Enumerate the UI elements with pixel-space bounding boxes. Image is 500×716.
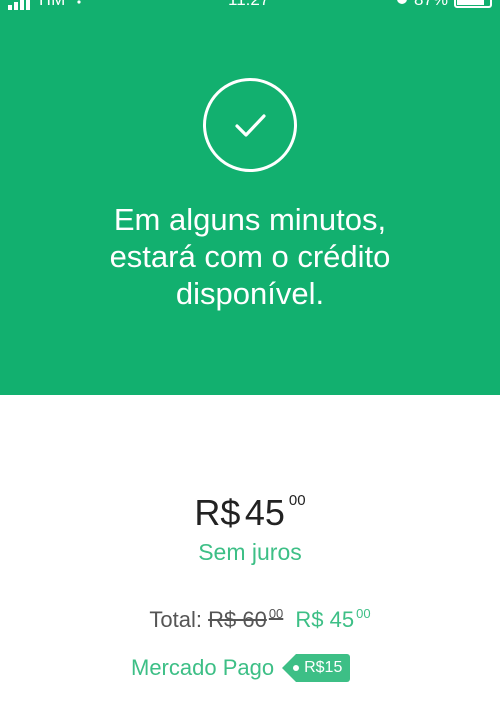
success-header: TIM 11:27 87% Em alguns minutos, estará … [0,0,500,395]
interest-free-label: Sem juros [198,539,302,565]
signal-icon [8,0,30,10]
amount-cents: 00 [288,492,306,509]
final-amount: R$ 45 [295,607,355,632]
original-cents: 00 [268,606,284,621]
clock: 11:27 [228,0,269,10]
original-price: R$ 60 00 [208,606,284,632]
carrier-label: TIM [36,0,65,10]
status-bar: TIM 11:27 87% [0,0,500,12]
installment-amount: R$ 45 00 [0,492,500,534]
battery-percent: 87% [414,0,448,10]
final-price: R$ 45 00 [295,606,371,632]
final-cents: 00 [356,606,371,621]
total-label: Total: [149,607,202,632]
discount-tag: R$15 [282,654,351,682]
discount-line: Mercado Pago R$15 [131,654,351,682]
discount-provider: Mercado Pago [131,655,275,680]
tag-hole-icon [293,665,300,671]
status-left: TIM [8,0,87,10]
wifi-icon [71,0,87,10]
alarm-icon [396,0,408,10]
amount-currency: R$ [194,492,241,533]
status-right: 87% [396,0,492,10]
amount-value: 45 [244,492,285,533]
discount-tag-value: R$15 [304,659,343,676]
checkmark-icon [203,78,297,172]
battery-icon [454,0,492,8]
original-amount: R$ 60 [208,607,267,632]
confirmation-message: Em alguns minutos, estará com o crédito … [109,202,391,311]
total-line: Total: R$ 60 00 R$ 45 00 [0,606,500,633]
screen: TIM 11:27 87% Em alguns minutos, estará … [0,0,500,716]
